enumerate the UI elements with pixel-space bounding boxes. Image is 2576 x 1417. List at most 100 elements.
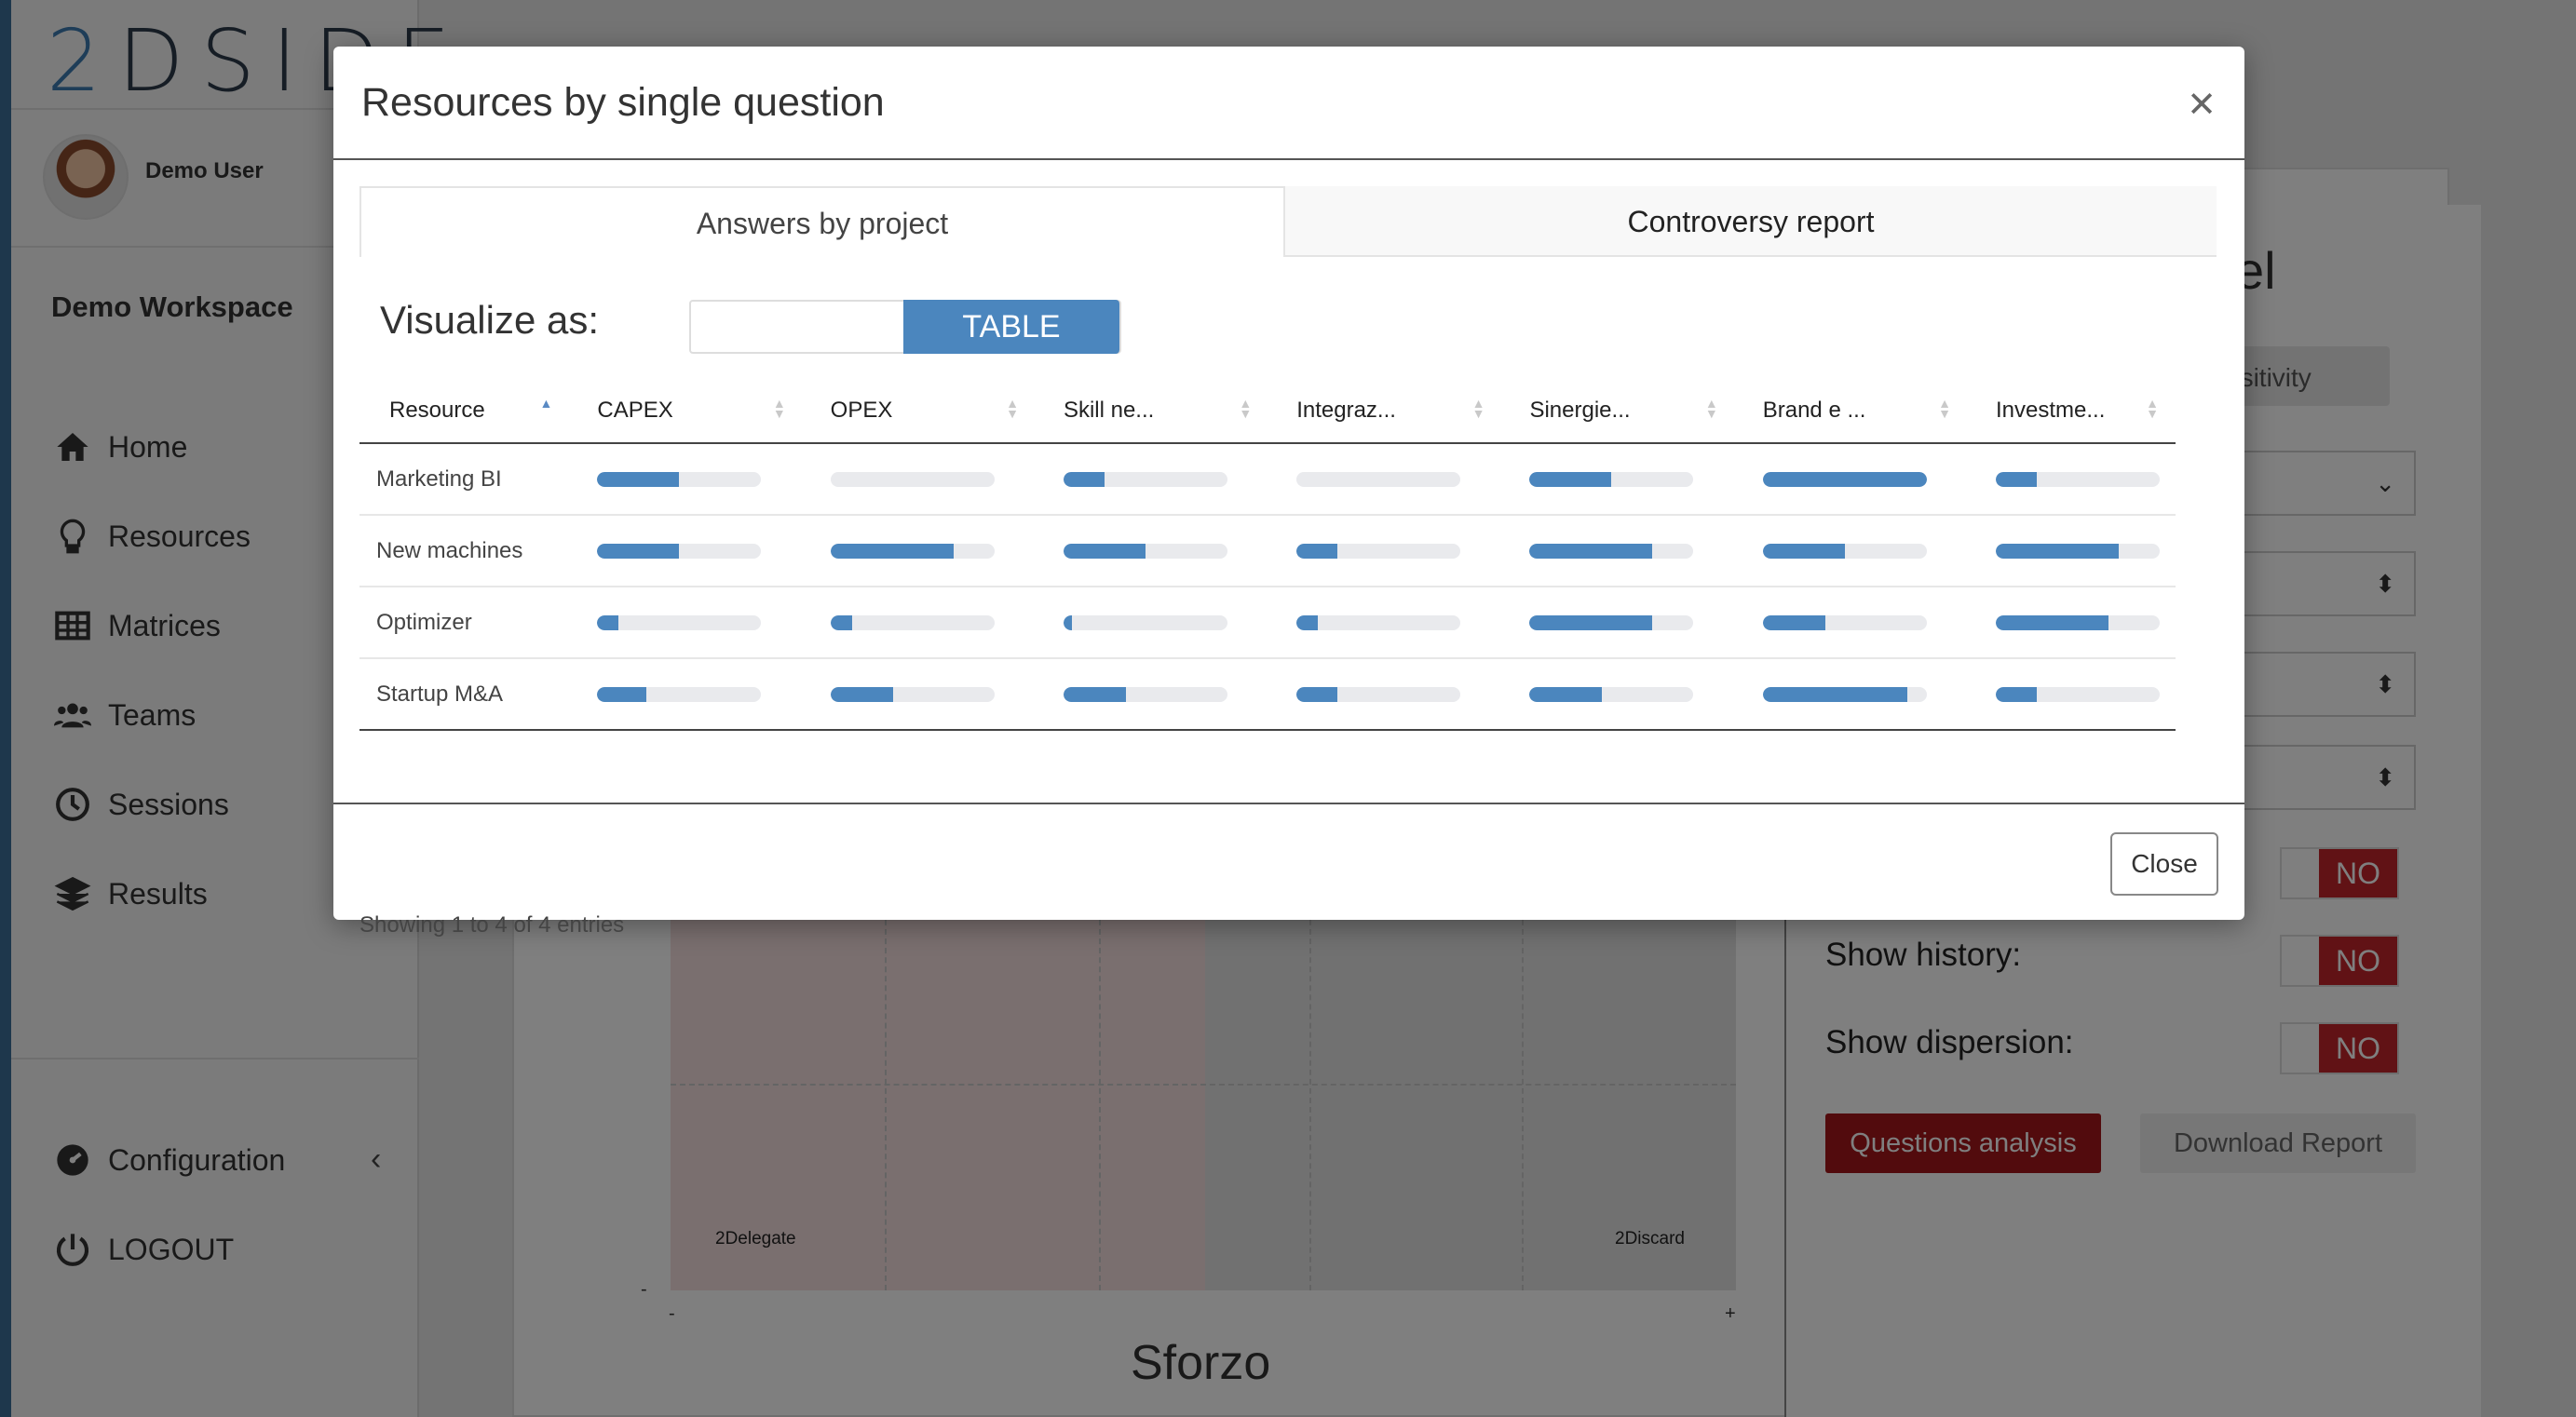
score-cell <box>1035 587 1269 659</box>
score-bar <box>1762 543 1927 559</box>
column-header-label: Brand e ... <box>1762 397 1866 423</box>
close-button[interactable]: Close <box>2110 832 2218 896</box>
score-bar <box>1296 614 1461 630</box>
sort-icon[interactable]: ▲ ▼ <box>1472 397 1485 420</box>
score-bar <box>1996 686 2160 702</box>
score-bar <box>1296 543 1461 559</box>
table-row: New machines <box>359 515 2176 587</box>
sort-icon[interactable]: ▲ ▼ <box>1239 397 1252 420</box>
score-cell <box>569 587 803 659</box>
column-header-label: Sinergie... <box>1529 397 1631 423</box>
score-bar-fill <box>1296 543 1338 559</box>
score-bar <box>830 543 995 559</box>
column-header[interactable]: Resource ▲ <box>359 378 570 444</box>
column-header-label: OPEX <box>830 397 893 423</box>
score-cell <box>1268 658 1502 731</box>
score-bar <box>1063 614 1227 630</box>
score-bar <box>1762 614 1927 630</box>
score-cell <box>1035 658 1269 731</box>
score-cell <box>1501 443 1735 516</box>
score-bar <box>1296 471 1461 487</box>
close-icon[interactable]: ✕ <box>2187 84 2217 126</box>
sort-icon[interactable]: ▲ <box>540 397 553 410</box>
column-header-label: Skill ne... <box>1063 397 1155 423</box>
table-body: Marketing BI New machines Optimizer Startup… <box>359 443 2176 731</box>
score-bar <box>597 543 762 559</box>
score-cell <box>1968 658 2176 731</box>
score-cell <box>1968 443 2176 516</box>
visualize-label: Visualize as: <box>380 298 600 342</box>
score-bar <box>1063 543 1227 559</box>
score-cell <box>1501 658 1735 731</box>
score-cell <box>1035 443 1269 516</box>
score-cell <box>802 515 1036 587</box>
score-cell <box>1734 587 1968 659</box>
resources-table: Resource ▲ CAPEX ▲ ▼ OPEX ▲ ▼ Skill ne... ▲ ▼ Integ… <box>359 378 2176 731</box>
score-bar <box>1529 543 1694 559</box>
column-header[interactable]: Brand e ... ▲ ▼ <box>1734 378 1968 444</box>
table-header-row: Resource ▲ CAPEX ▲ ▼ OPEX ▲ ▼ Skill ne... ▲ ▼ Integ… <box>359 378 2176 444</box>
sort-icon[interactable]: ▲ ▼ <box>773 397 786 420</box>
score-bar-fill <box>1996 686 2037 702</box>
sort-icon[interactable]: ▲ ▼ <box>1006 397 1019 420</box>
score-cell <box>1734 658 1968 731</box>
score-cell <box>1734 515 1968 587</box>
score-cell <box>569 658 803 731</box>
score-cell <box>1035 515 1269 587</box>
score-bar-fill <box>1996 614 2109 630</box>
score-bar-fill <box>830 686 893 702</box>
score-bar <box>1996 471 2160 487</box>
tab-content: Visualize as: TABLE Resource ▲ CAPEX ▲ ▼ OPEX… <box>359 257 2217 938</box>
score-bar <box>830 614 995 630</box>
score-cell <box>1501 587 1735 659</box>
score-cell <box>1501 515 1735 587</box>
visualize-toggle[interactable]: TABLE <box>689 300 1121 354</box>
score-cell <box>1968 515 2176 587</box>
score-bar-fill <box>1529 614 1653 630</box>
column-header-label: Resource <box>389 397 485 423</box>
score-bar-fill <box>1296 614 1319 630</box>
column-header[interactable]: Investme... ▲ ▼ <box>1968 378 2176 444</box>
score-cell <box>569 515 803 587</box>
score-bar <box>1996 614 2160 630</box>
score-cell <box>802 443 1036 516</box>
score-bar <box>597 614 762 630</box>
score-bar <box>1296 686 1461 702</box>
score-bar-fill <box>830 614 852 630</box>
sort-icon[interactable]: ▲ ▼ <box>1705 397 1718 420</box>
table-row: Optimizer <box>359 587 2176 659</box>
score-cell <box>1268 443 1502 516</box>
tab-answers-by-project[interactable]: Answers by project <box>359 186 1285 257</box>
column-header[interactable]: Integraz... ▲ ▼ <box>1268 378 1502 444</box>
score-bar <box>1529 614 1694 630</box>
score-bar <box>1996 543 2160 559</box>
table-row: Marketing BI <box>359 443 2176 516</box>
score-bar <box>1529 471 1694 487</box>
column-header[interactable]: Skill ne... ▲ ▼ <box>1035 378 1269 444</box>
score-cell <box>1268 515 1502 587</box>
score-bar-fill <box>1063 471 1105 487</box>
column-header[interactable]: Sinergie... ▲ ▼ <box>1501 378 1735 444</box>
score-bar-fill <box>1762 471 1927 487</box>
column-header[interactable]: CAPEX ▲ ▼ <box>569 378 803 444</box>
score-bar-fill <box>1296 686 1338 702</box>
score-bar-fill <box>597 686 647 702</box>
score-bar-fill <box>830 543 954 559</box>
modal-title: Resources by single question <box>361 80 885 125</box>
score-cell <box>569 443 803 516</box>
resource-name: Optimizer <box>359 587 570 659</box>
score-bar-fill <box>1063 614 1072 630</box>
score-bar <box>1063 686 1227 702</box>
sort-icon[interactable]: ▲ ▼ <box>2146 397 2159 420</box>
score-bar-fill <box>1529 686 1602 702</box>
sort-icon[interactable]: ▲ ▼ <box>1938 397 1951 420</box>
score-bar <box>1762 471 1927 487</box>
column-header-label: Investme... <box>1996 397 2106 423</box>
score-bar <box>830 471 995 487</box>
score-bar-fill <box>1063 686 1126 702</box>
column-header[interactable]: OPEX ▲ ▼ <box>802 378 1036 444</box>
score-bar-fill <box>597 614 619 630</box>
tab-controversy-report[interactable]: Controversy report <box>1285 186 2217 257</box>
score-bar-fill <box>1996 543 2119 559</box>
resource-name: Startup M&A <box>359 658 570 731</box>
